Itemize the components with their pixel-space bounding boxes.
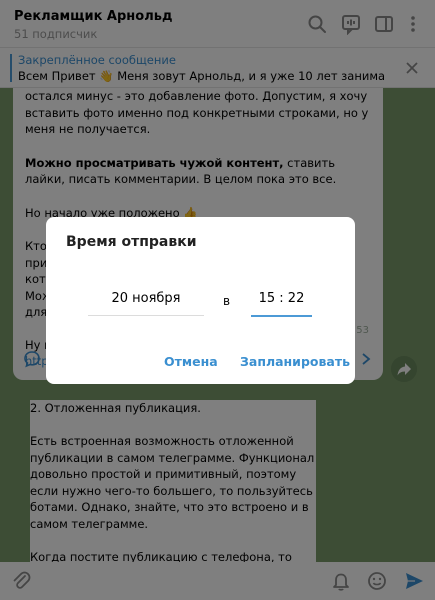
cancel-button[interactable]: Отмена <box>164 354 218 369</box>
date-picker[interactable]: 20 ноября <box>88 291 204 316</box>
time-input[interactable]: 15 : 22 <box>251 291 312 317</box>
dialog-title: Время отправки <box>66 234 197 250</box>
schedule-button[interactable]: Запланировать <box>240 354 350 369</box>
schedule-dialog: Время отправки 20 ноября в 15 : 22 Отмен… <box>46 217 355 384</box>
at-label: в <box>223 294 231 308</box>
